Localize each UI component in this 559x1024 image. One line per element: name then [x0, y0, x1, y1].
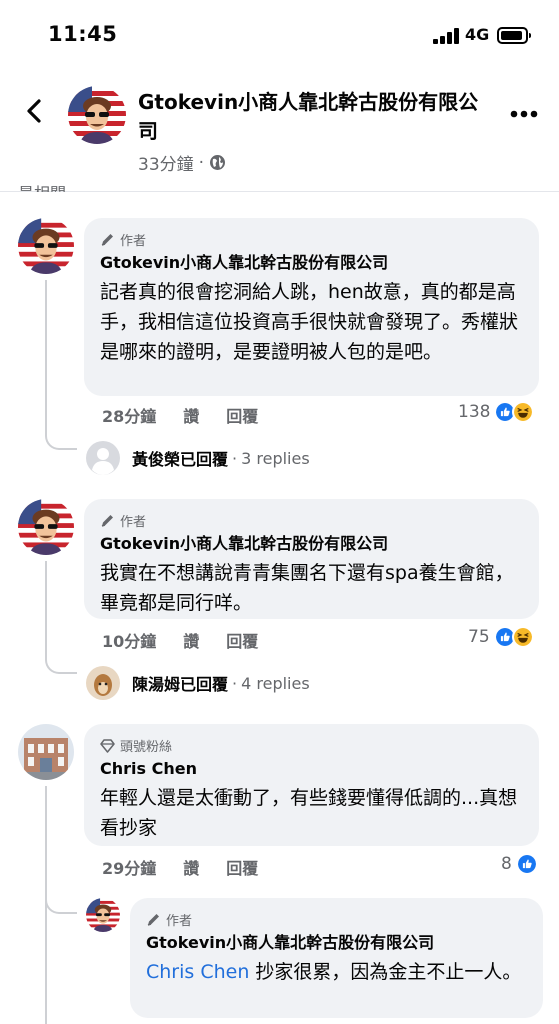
- replier-avatar: [86, 666, 120, 700]
- reaction-count: 8: [501, 854, 512, 874]
- reaction-count: 75: [468, 627, 490, 647]
- sort-label-partial: 最相關: [18, 180, 66, 192]
- thread-line: [45, 280, 47, 430]
- pencil-icon: [147, 913, 159, 926]
- like-button[interactable]: 讚: [183, 403, 199, 427]
- author-badge: 作者: [100, 229, 523, 249]
- signal-icon: [433, 28, 459, 44]
- like-button[interactable]: 讚: [183, 628, 199, 652]
- comment-bubble[interactable]: 頭號粉絲 Chris Chen 年輕人還是太衝動了，有些錢要懂得低調的...真想…: [84, 724, 539, 846]
- reply-author[interactable]: Gtokevin小商人靠北幹古股份有限公司: [146, 931, 527, 955]
- battery-icon: [497, 27, 531, 44]
- comment-author[interactable]: Chris Chen: [100, 757, 523, 781]
- comment-actions: 10分鐘 讚 回覆: [102, 628, 285, 652]
- reply-avatar[interactable]: [86, 898, 120, 932]
- pencil-icon: [101, 233, 113, 246]
- fan-badge: 頭號粉絲: [100, 735, 523, 755]
- chevron-left-icon[interactable]: [22, 98, 48, 124]
- reaction-summary[interactable]: 75: [468, 626, 534, 648]
- post-time: 33分鐘: [138, 155, 194, 175]
- diamond-icon: [100, 738, 115, 753]
- reaction-count: 138: [458, 402, 491, 422]
- reply-bubble[interactable]: 作者 Gtokevin小商人靠北幹古股份有限公司 Chris Chen 抄家很累…: [130, 898, 543, 1018]
- more-horizontal-icon[interactable]: [510, 110, 538, 118]
- commenter-avatar[interactable]: [18, 218, 74, 274]
- comment-time: 29分鐘: [102, 859, 157, 878]
- like-button[interactable]: 讚: [183, 855, 199, 879]
- comment-text: 年輕人還是太衝動了，有些錢要懂得低調的...真想看抄家: [100, 787, 518, 839]
- default-avatar-icon: [86, 441, 120, 475]
- thread-curve: [45, 652, 77, 674]
- author-badge: 作者: [146, 909, 527, 929]
- view-replies-link[interactable]: 黃俊榮已回覆 · 3 replies: [86, 441, 310, 475]
- reaction-summary[interactable]: 8: [501, 853, 538, 875]
- commenter-avatar[interactable]: [18, 499, 74, 555]
- comment-author[interactable]: Gtokevin小商人靠北幹古股份有限公司: [100, 532, 523, 556]
- thread-line: [45, 561, 47, 654]
- comment-author[interactable]: Gtokevin小商人靠北幹古股份有限公司: [100, 251, 523, 275]
- reply-button[interactable]: 回覆: [226, 855, 258, 879]
- thread-curve: [45, 892, 77, 914]
- comment-bubble[interactable]: 作者 Gtokevin小商人靠北幹古股份有限公司 我實在不想講說青青集團名下還有…: [84, 499, 539, 619]
- haha-icon: [511, 626, 534, 648]
- comment-text: 記者真的很會挖洞給人跳，hen故意，真的都是高手，我相信這位投資高手很快就會發現…: [100, 281, 519, 363]
- view-replies-link[interactable]: 陳湯姆已回覆 · 4 replies: [86, 666, 310, 700]
- haha-icon: [512, 401, 535, 423]
- post-header: Gtokevin小商人靠北幹古股份有限公司 33分鐘 ·: [0, 70, 559, 192]
- status-bar: 11:45 4G: [0, 0, 559, 70]
- reaction-summary[interactable]: 138: [458, 401, 535, 423]
- meta-separator: ·: [198, 152, 205, 173]
- reply-button[interactable]: 回覆: [226, 403, 258, 427]
- status-time: 11:45: [48, 22, 118, 46]
- comment-bubble[interactable]: 作者 Gtokevin小商人靠北幹古股份有限公司 記者真的很會挖洞給人跳，hen…: [84, 218, 539, 396]
- globe-icon: [210, 155, 226, 170]
- post-meta: 33分鐘 ·: [138, 150, 226, 175]
- reply-text: Chris Chen 抄家很累，因為金主不止一人。: [146, 961, 522, 983]
- page-name[interactable]: Gtokevin小商人靠北幹古股份有限公司: [138, 88, 488, 146]
- author-badge: 作者: [100, 510, 523, 530]
- comment-actions: 28分鐘 讚 回覆: [102, 403, 285, 427]
- network-label: 4G: [465, 25, 490, 44]
- comment-actions: 29分鐘 讚 回覆: [102, 855, 285, 879]
- comment-time: 10分鐘: [102, 632, 157, 651]
- thread-curve: [45, 428, 77, 450]
- like-icon: [515, 853, 538, 875]
- comment-time: 28分鐘: [102, 407, 157, 426]
- pencil-icon: [101, 514, 113, 527]
- commenter-avatar[interactable]: [18, 724, 74, 780]
- mention-link[interactable]: Chris Chen: [146, 961, 249, 983]
- reply-button[interactable]: 回覆: [226, 628, 258, 652]
- page-avatar[interactable]: [68, 86, 126, 144]
- comment-text: 我實在不想講說青青集團名下還有spa養生會館，畢竟都是同行咩。: [100, 562, 514, 614]
